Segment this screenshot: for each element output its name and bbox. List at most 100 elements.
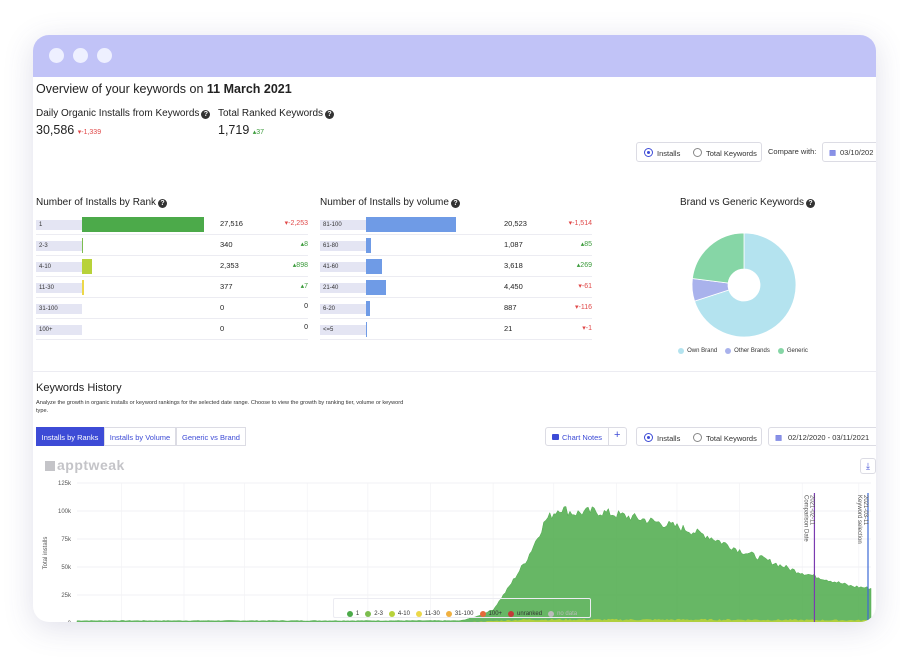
volume-tier-label: 21-40 bbox=[320, 283, 366, 293]
kpi-ranked-label-text: Total Ranked Keywords bbox=[218, 108, 324, 119]
metric-toggle: Installs Total Keywords bbox=[636, 142, 762, 162]
radio-unchecked-icon bbox=[693, 148, 702, 157]
chart-notes-control: Chart Notes + bbox=[545, 427, 627, 446]
rank-value: 0 bbox=[220, 303, 225, 312]
legend-dot-icon bbox=[508, 611, 515, 617]
kpi-ranked-delta: ▴37 bbox=[252, 129, 265, 136]
help-icon[interactable]: ? bbox=[201, 110, 211, 119]
volume-value: 4,450 bbox=[504, 282, 523, 291]
history-date-range-value: 02/12/2020 - 03/11/2021 bbox=[788, 433, 870, 442]
tab-generic-vs-brand[interactable]: Generic vs Brand bbox=[176, 427, 246, 446]
legend-dot-icon bbox=[479, 611, 486, 617]
rank-value: 2,353 bbox=[220, 261, 239, 270]
history-description: Analyze the growth in organic installs o… bbox=[36, 400, 404, 414]
legend-dot-icon bbox=[678, 348, 685, 354]
help-icon[interactable]: ? bbox=[325, 110, 335, 119]
y-tick-label: 50k bbox=[61, 565, 72, 571]
compare-date-picker[interactable]: ▦ 03/10/202 bbox=[822, 142, 876, 162]
browser-window: Overview of your keywords on 11 March 20… bbox=[33, 35, 876, 622]
window-dot-icon[interactable] bbox=[73, 48, 88, 63]
rank-delta: 0 bbox=[304, 303, 308, 310]
page-title: Overview of your keywords on 11 March 20… bbox=[36, 82, 292, 96]
rank-delta: ▴898 bbox=[292, 262, 308, 269]
add-note-button[interactable]: + bbox=[614, 429, 620, 441]
apptweak-logo-icon bbox=[45, 461, 55, 471]
brand-legend-item[interactable]: Other Brands bbox=[725, 348, 770, 354]
history-legend-item[interactable]: 11-30 bbox=[415, 611, 440, 617]
history-legend-item[interactable]: 4-10 bbox=[388, 611, 410, 617]
radio-checked-icon bbox=[644, 148, 653, 157]
rank-row: 2-3 340 ▴8 bbox=[36, 236, 308, 256]
y-tick-label: 100k bbox=[58, 509, 72, 515]
brand-section-title: Brand vs Generic Keywords? bbox=[680, 197, 815, 208]
history-legend-item[interactable]: 31-100 bbox=[445, 611, 474, 617]
history-legend-label: 4-10 bbox=[397, 611, 410, 617]
radio-unchecked-icon bbox=[693, 433, 702, 442]
annotation-date: 2021-02-11 bbox=[808, 495, 814, 526]
radio-total-keywords[interactable]: Total Keywords bbox=[693, 148, 757, 158]
volume-delta: ▴269 bbox=[576, 262, 592, 269]
window-dot-icon[interactable] bbox=[97, 48, 112, 63]
radio-installs[interactable]: Installs bbox=[644, 148, 680, 158]
rank-delta: ▴8 bbox=[300, 241, 308, 248]
volume-row: 6-20 887 ▾-116 bbox=[320, 299, 592, 319]
volume-value: 1,087 bbox=[504, 240, 523, 249]
control-separator bbox=[608, 428, 609, 445]
kpi-installs-label-text: Daily Organic Installs from Keywords bbox=[36, 108, 200, 119]
tab-installs-by-ranks[interactable]: Installs by Ranks bbox=[36, 427, 104, 446]
history-legend-item[interactable]: 100+ bbox=[479, 611, 503, 617]
y-tick-label: 25k bbox=[61, 593, 72, 599]
compare-label: Compare with: bbox=[768, 147, 817, 156]
legend-dot-icon bbox=[445, 611, 452, 617]
volume-row: 41-60 3,618 ▴269 bbox=[320, 257, 592, 277]
radio-installs-label: Installs bbox=[657, 149, 681, 158]
apptweak-logo: apptweak bbox=[45, 457, 125, 473]
rank-value: 340 bbox=[220, 240, 233, 249]
apptweak-logo-text: apptweak bbox=[57, 457, 125, 473]
kpi-installs-delta: ▾-1,339 bbox=[77, 129, 102, 136]
help-icon[interactable]: ? bbox=[450, 199, 460, 208]
page-title-date: 11 March 2021 bbox=[206, 82, 292, 96]
history-legend-label: unranked bbox=[517, 611, 543, 617]
y-axis-label: Total installs bbox=[43, 537, 49, 570]
volume-delta: ▾-1 bbox=[582, 325, 592, 332]
rank-tier-label: 4-10 bbox=[36, 262, 82, 272]
history-legend-item[interactable]: no data bbox=[548, 611, 577, 617]
download-icon[interactable]: ⤓ bbox=[860, 458, 876, 474]
help-icon[interactable]: ? bbox=[158, 199, 168, 208]
history-legend-item[interactable]: unranked bbox=[508, 611, 542, 617]
brand-legend-item[interactable]: Own Brand bbox=[678, 348, 717, 354]
volume-delta: ▾-61 bbox=[578, 283, 592, 290]
history-radio-installs[interactable]: Installs bbox=[644, 433, 680, 443]
history-radio-installs-label: Installs bbox=[657, 434, 681, 443]
donut-slice-generic[interactable] bbox=[691, 232, 745, 284]
chart-notes-button[interactable]: Chart Notes bbox=[562, 433, 602, 442]
brand-legend-label: Own Brand bbox=[687, 348, 718, 354]
volume-bar bbox=[366, 280, 386, 295]
page-title-prefix: Overview of your keywords on bbox=[36, 82, 207, 96]
history-date-range-picker[interactable]: ▦ 02/12/2020 - 03/11/2021 bbox=[768, 427, 876, 446]
brand-legend-label: Generic bbox=[786, 348, 808, 354]
rank-delta: ▾-2,253 bbox=[284, 220, 308, 227]
tab-installs-by-volume[interactable]: Installs by Volume bbox=[104, 427, 176, 446]
y-tick-label: 125k bbox=[58, 481, 72, 487]
legend-dot-icon bbox=[365, 611, 372, 617]
calendar-icon: ▦ bbox=[775, 433, 783, 442]
volume-bar bbox=[366, 301, 370, 316]
window-dot-icon[interactable] bbox=[49, 48, 64, 63]
legend-dot-icon bbox=[777, 348, 784, 354]
volume-delta: ▾-116 bbox=[574, 304, 592, 311]
history-radio-total-keywords[interactable]: Total Keywords bbox=[693, 433, 757, 443]
help-icon[interactable]: ? bbox=[805, 199, 815, 208]
history-legend-item[interactable]: 1 bbox=[346, 611, 359, 617]
y-tick-label: 75k bbox=[61, 537, 72, 543]
volume-row: 21-40 4,450 ▾-61 bbox=[320, 278, 592, 298]
kpi-installs-value: 30,586 bbox=[36, 123, 75, 137]
radio-total-label: Total Keywords bbox=[706, 149, 757, 158]
volume-tier-label: 81-100 bbox=[320, 220, 366, 230]
brand-legend-item[interactable]: Generic bbox=[777, 348, 808, 354]
brand-donut-chart bbox=[691, 232, 797, 338]
history-legend-label: 100+ bbox=[488, 611, 503, 617]
kpi-installs-label: Daily Organic Installs from Keywords? bbox=[36, 108, 211, 119]
history-legend-item[interactable]: 2-3 bbox=[365, 611, 383, 617]
